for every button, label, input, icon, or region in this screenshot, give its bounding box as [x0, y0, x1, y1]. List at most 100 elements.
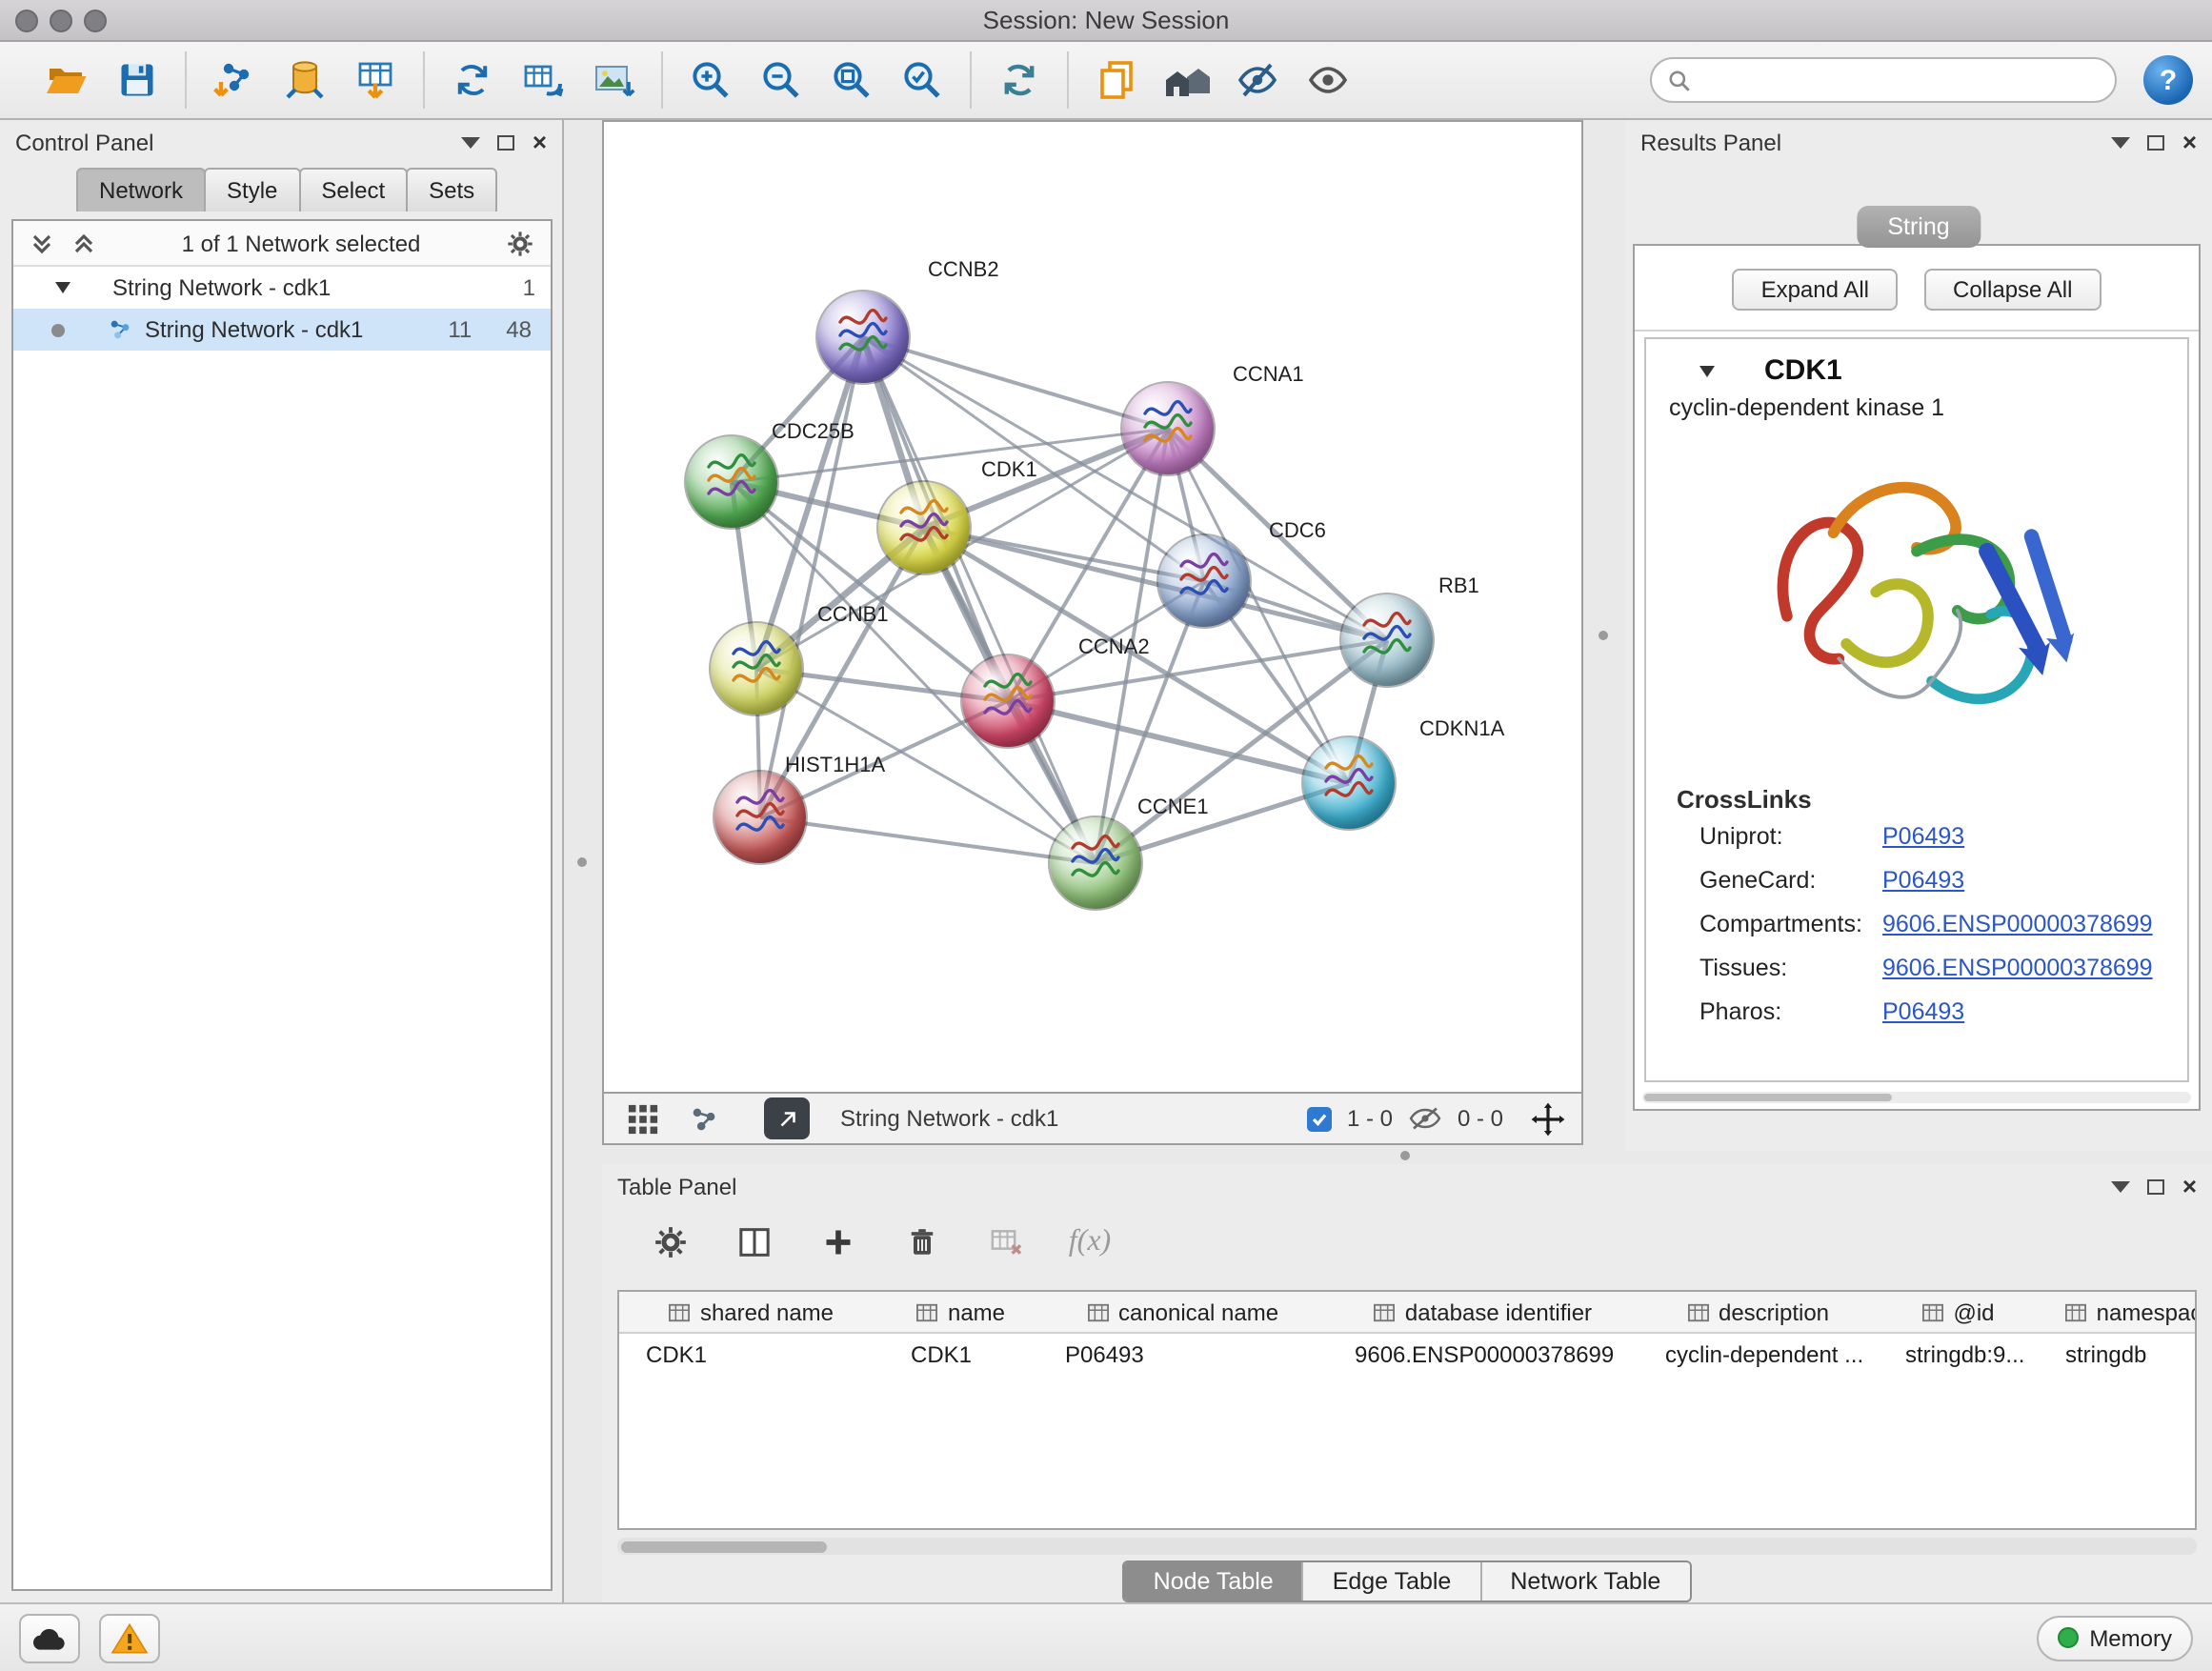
tab-edge-table[interactable]: Edge Table	[1302, 1562, 1480, 1601]
birdseye-view-button[interactable]	[619, 1097, 665, 1139]
network-node-ccne1[interactable]	[1050, 817, 1141, 909]
panel-float-icon[interactable]	[498, 135, 515, 151]
help-button[interactable]: ?	[2143, 55, 2193, 105]
results-horizontal-scrollbar[interactable]	[1642, 1092, 2191, 1103]
expand-all-rows-icon[interactable]	[29, 230, 55, 256]
panel-close-icon[interactable]: ×	[533, 133, 547, 152]
network-node-rb1[interactable]	[1341, 594, 1433, 686]
zoom-out-button[interactable]	[751, 51, 812, 109]
zoom-fit-button[interactable]	[821, 51, 882, 109]
import-network-database-button[interactable]	[274, 51, 335, 109]
network-edge-CCNB2-CCNE1[interactable]	[863, 337, 1096, 863]
show-columns-button[interactable]	[728, 1216, 781, 1269]
tab-sets[interactable]: Sets	[406, 168, 497, 211]
network-node-cdc25b[interactable]	[686, 436, 777, 528]
pharos-link[interactable]: P06493	[1882, 997, 1964, 1024]
table-close-icon[interactable]: ×	[2182, 1178, 2197, 1197]
results-close-icon[interactable]: ×	[2182, 133, 2197, 152]
new-network-from-table-button[interactable]	[513, 51, 573, 109]
tissues-link[interactable]: 9606.ENSP00000378699	[1882, 954, 2153, 980]
zoom-in-button[interactable]	[680, 51, 741, 109]
panel-menu-icon[interactable]	[462, 137, 481, 149]
tab-node-table[interactable]: Node Table	[1125, 1562, 1302, 1601]
network-node-cdk1[interactable]	[878, 482, 970, 574]
network-node-ccnb1[interactable]	[711, 623, 802, 715]
save-session-button[interactable]	[107, 51, 168, 109]
results-menu-icon[interactable]	[2112, 137, 2131, 149]
table-row[interactable]: CDK1 CDK1 P06493 9606.ENSP00000378699 cy…	[619, 1334, 2195, 1376]
tab-select[interactable]: Select	[298, 168, 408, 211]
network-node-ccna2[interactable]	[962, 655, 1054, 747]
export-image-button[interactable]	[583, 51, 644, 109]
delete-column-button[interactable]	[895, 1216, 949, 1269]
table-horizontal-scrollbar[interactable]	[617, 1538, 2197, 1555]
selected-checkbox[interactable]	[1307, 1106, 1332, 1131]
protein-thumbnail	[1341, 594, 1433, 686]
horizontal-splitter-grip[interactable]	[1400, 1151, 1410, 1160]
genecard-link[interactable]: P06493	[1882, 866, 1964, 893]
tab-network-table[interactable]: Network Table	[1479, 1562, 1689, 1601]
network-node-hist1h1a[interactable]	[714, 772, 806, 863]
tab-network[interactable]: Network	[76, 168, 206, 211]
gene-section-header[interactable]: CDK1	[1646, 339, 2187, 394]
results-float-icon[interactable]	[2148, 135, 2165, 151]
eye-slash-icon	[1235, 57, 1280, 103]
selected-count: 1 - 0	[1347, 1105, 1393, 1132]
warnings-button[interactable]	[99, 1613, 160, 1662]
network-overview-button[interactable]	[680, 1097, 726, 1139]
pan-crosshair-icon[interactable]	[1530, 1100, 1566, 1137]
right-splitter-grip[interactable]	[1599, 631, 1608, 640]
network-edge-HIST1H1A-CCNE1[interactable]	[760, 817, 1096, 863]
expand-all-button[interactable]: Expand All	[1733, 269, 1898, 311]
table-menu-icon[interactable]	[2112, 1181, 2131, 1193]
toolbar-search[interactable]	[1650, 57, 2117, 103]
column-shared-name[interactable]: shared name	[619, 1292, 884, 1332]
zoom-selected-button[interactable]	[892, 51, 953, 109]
collapse-all-rows-icon[interactable]	[70, 230, 97, 256]
detach-view-button[interactable]	[764, 1097, 810, 1139]
network-row-label: String Network - cdk1	[145, 316, 363, 343]
column-description[interactable]: description	[1639, 1292, 1879, 1332]
gene-description: cyclin-dependent kinase 1	[1646, 394, 2187, 421]
memory-button[interactable]: Memory	[2036, 1615, 2193, 1661]
tab-style[interactable]: Style	[204, 168, 300, 211]
network-node-cdkn1a[interactable]	[1303, 737, 1395, 829]
results-tab-string[interactable]: String	[1857, 206, 1980, 248]
network-edge-CCNB2-HIST1H1A[interactable]	[760, 337, 863, 817]
apply-layout-button[interactable]	[442, 51, 503, 109]
column-id[interactable]: @id	[1879, 1292, 2039, 1332]
network-collection-row[interactable]: String Network - cdk1 1	[13, 267, 551, 309]
compartments-link[interactable]: 9606.ENSP00000378699	[1882, 910, 2153, 936]
network-row[interactable]: String Network - cdk1 11 48	[13, 309, 551, 351]
refresh-view-button[interactable]	[989, 51, 1050, 109]
collection-expand-icon[interactable]	[55, 282, 70, 293]
add-column-button[interactable]	[812, 1216, 865, 1269]
copy-button[interactable]	[1086, 51, 1147, 109]
gear-icon[interactable]	[505, 228, 535, 258]
import-network-file-button[interactable]	[204, 51, 265, 109]
node-label-ccna1: CCNA1	[1233, 364, 1304, 387]
home-networks-button[interactable]	[1156, 51, 1217, 109]
column-namespace[interactable]: namespac	[2039, 1292, 2197, 1332]
collapse-all-button[interactable]: Collapse All	[1924, 269, 2101, 311]
show-all-button[interactable]	[1297, 51, 1358, 109]
hidden-eye-slash-icon[interactable]	[1408, 1105, 1442, 1132]
column-canonical-name[interactable]: canonical name	[1038, 1292, 1328, 1332]
network-node-cdc6[interactable]	[1158, 535, 1250, 627]
uniprot-link[interactable]: P06493	[1882, 822, 1964, 849]
network-edge-CCNB2-CCNA1[interactable]	[863, 337, 1168, 429]
network-node-ccnb2[interactable]	[817, 292, 909, 383]
table-float-icon[interactable]	[2148, 1179, 2165, 1195]
left-splitter-grip[interactable]	[577, 857, 587, 867]
cloud-status-button[interactable]	[19, 1613, 80, 1662]
gene-collapse-icon[interactable]	[1699, 365, 1715, 376]
network-node-ccna1[interactable]	[1122, 383, 1214, 474]
table-settings-button[interactable]	[644, 1216, 697, 1269]
column-name[interactable]: name	[884, 1292, 1038, 1332]
open-session-button[interactable]	[36, 51, 97, 109]
hide-selected-button[interactable]	[1227, 51, 1288, 109]
column-database-identifier[interactable]: database identifier	[1328, 1292, 1639, 1332]
import-table-file-button[interactable]	[345, 51, 406, 109]
search-input[interactable]	[1703, 67, 2100, 93]
network-canvas[interactable]: CCNB2CCNA1CDC25BCDK1CDC6RB1CCNB1CCNA2CDK…	[602, 120, 1583, 1094]
